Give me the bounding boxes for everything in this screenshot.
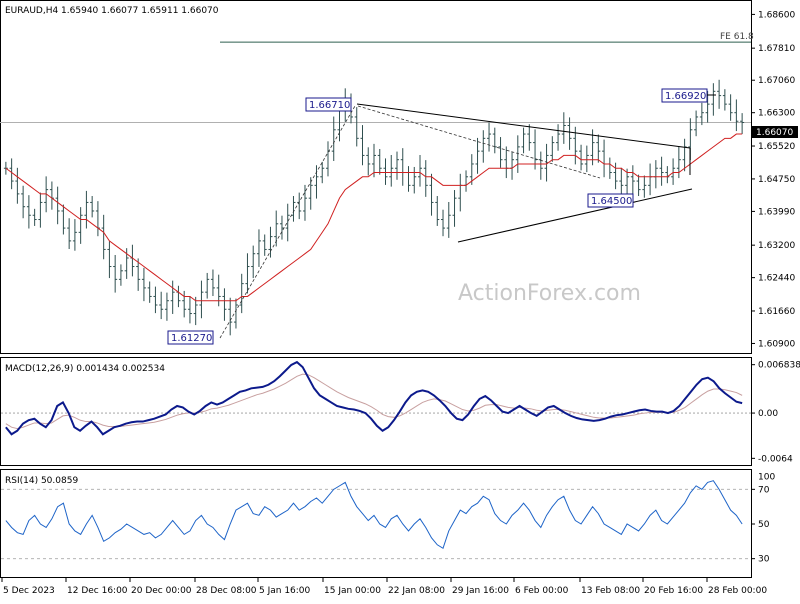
- price-tick-label: 1.65520: [758, 142, 795, 152]
- annotation-low-2: 1.61270: [167, 330, 214, 345]
- x-tick-label: 5 Jan 16:00: [259, 586, 311, 596]
- macd-tick-label: 0.00: [758, 409, 778, 419]
- price-tick-label: 1.64750: [758, 175, 795, 185]
- x-tick-label: 5 Dec 2023: [3, 586, 55, 596]
- macd-axis: 0.006838 0.00 -0.0064: [751, 361, 800, 464]
- triangle-lower-line: [457, 188, 693, 243]
- price-tick-label: 1.61660: [758, 307, 795, 317]
- x-tick-label: 13 Feb 08:00: [581, 586, 640, 596]
- x-tick-label: 20 Feb 16:00: [644, 586, 703, 596]
- macd-signal-line: [5, 373, 743, 430]
- svg-text:1.66070: 1.66070: [756, 128, 793, 138]
- svg-text:1.66710: 1.66710: [309, 100, 350, 111]
- price-tick-label: 1.60900: [758, 339, 795, 349]
- svg-text:1.64500: 1.64500: [591, 196, 632, 207]
- price-tick-label: 1.68600: [758, 10, 795, 20]
- price-tick-label: 1.67060: [758, 76, 795, 86]
- macd-header: MACD(12,26,9) 0.001434 0.002534: [5, 364, 165, 374]
- x-tick-label: 20 Dec 00:00: [131, 586, 192, 596]
- x-tick-label: 28 Dec 08:00: [196, 586, 257, 596]
- chart-container: EURAUD,H4 1.65940 1.66077 1.65911 1.6607…: [0, 0, 800, 600]
- time-axis: 5 Dec 2023 12 Dec 16:00 20 Dec 00:00 28 Dec…: [1, 578, 767, 596]
- rsi-header: RSI(14) 50.0859: [5, 476, 78, 486]
- x-tick-label: 29 Jan 16:00: [452, 586, 509, 596]
- fe-label: FE 61.8: [720, 32, 754, 42]
- price-tick-label: 1.67810: [758, 44, 795, 54]
- x-tick-label: 12 Dec 16:00: [67, 586, 128, 596]
- x-tick-label: 28 Feb 00:00: [708, 586, 767, 596]
- annotation-low-1: 1.64500: [587, 193, 634, 208]
- x-tick-label: 15 Jan 00:00: [324, 586, 381, 596]
- watermark: ActionForex.com: [458, 281, 641, 306]
- rsi-tick-label: 100: [758, 472, 775, 482]
- macd-tick-label: -0.0064: [758, 454, 793, 464]
- rsi-line: [5, 480, 743, 550]
- rsi-axis: 100 70 50 30: [1, 472, 775, 565]
- price-tick-label: 1.66300: [758, 109, 795, 119]
- x-tick-label: 6 Feb 00:00: [515, 586, 569, 596]
- x-tick-label: 22 Jan 08:00: [388, 586, 445, 596]
- annotation-high-1: 1.66710: [305, 97, 352, 112]
- rsi-panel-frame: [0, 469, 752, 578]
- rsi-tick-label: 50: [758, 520, 770, 530]
- svg-text:1.61270: 1.61270: [171, 333, 212, 344]
- price-header: EURAUD,H4 1.65940 1.66077 1.65911 1.6607…: [5, 6, 219, 16]
- rsi-tick-label: 30: [758, 555, 770, 565]
- price-tick-label: 1.62440: [758, 274, 795, 284]
- last-price-tag: 1.66070: [752, 126, 798, 138]
- price-tick-label: 1.63200: [758, 241, 795, 251]
- price-axis: 1.68600 1.67810 1.67060 1.66300 1.65520 1.647…: [751, 10, 795, 349]
- svg-text:1.66920: 1.66920: [665, 91, 706, 102]
- macd-tick-label: 0.006838: [758, 361, 800, 371]
- price-tick-label: 1.63990: [758, 207, 795, 217]
- rsi-tick-label: 70: [758, 485, 770, 495]
- euraud-chart: EURAUD,H4 1.65940 1.66077 1.65911 1.6607…: [0, 0, 800, 596]
